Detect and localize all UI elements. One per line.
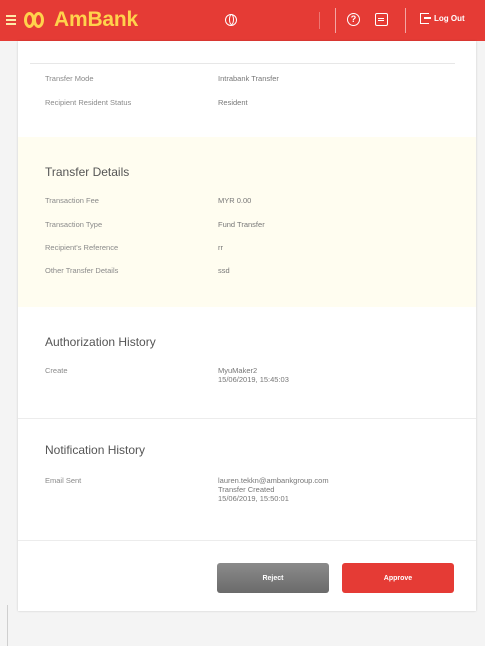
header-divider (335, 8, 336, 33)
other-transfer-details-value: ssd (218, 266, 230, 275)
transaction-type-label: Transaction Type (45, 220, 103, 229)
globe-icon[interactable] (225, 14, 237, 26)
app-header: AmBank ? Log Out (0, 0, 485, 41)
reject-button[interactable]: Reject (217, 563, 329, 593)
authorization-history-title: Authorization History (45, 335, 156, 349)
message-icon[interactable] (375, 13, 388, 26)
transfer-details-title: Transfer Details (45, 165, 130, 179)
notification-email: lauren.tekkn@ambankgroup.com (218, 476, 329, 485)
authorization-action-label: Create (45, 366, 68, 375)
logout-button[interactable]: Log Out (420, 13, 465, 24)
approve-button[interactable]: Approve (342, 563, 454, 593)
authorization-user: MyuMaker2 (218, 366, 258, 375)
recipient-reference-label: Recipient's Reference (45, 243, 119, 252)
transaction-fee-label: Transaction Fee (45, 196, 99, 205)
resident-status-label: Recipient Resident Status (45, 98, 132, 107)
transfer-mode-value: Intrabank Transfer (218, 74, 279, 83)
notification-timestamp: 15/06/2019, 15:50:01 (218, 494, 289, 503)
recipient-reference-value: rr (218, 243, 223, 252)
page-left-rule (7, 605, 8, 646)
other-transfer-details-label: Other Transfer Details (45, 266, 119, 275)
notification-type-label: Email Sent (45, 476, 82, 485)
authorization-timestamp: 15/06/2019, 15:45:03 (218, 375, 289, 384)
logout-icon (420, 13, 431, 24)
ambank-logo-mark (24, 12, 48, 28)
brand-name: AmBank (54, 8, 138, 31)
notification-history-title: Notification History (45, 443, 146, 457)
top-divider (30, 63, 455, 64)
resident-status-value: Resident (218, 98, 248, 107)
transfer-mode-label: Transfer Mode (45, 74, 94, 83)
notification-event: Transfer Created (218, 485, 275, 494)
transaction-type-value: Fund Transfer (218, 220, 265, 229)
help-icon[interactable]: ? (347, 13, 360, 26)
header-divider (319, 12, 320, 29)
logout-label: Log Out (434, 14, 465, 23)
header-divider (405, 8, 406, 33)
transfer-detail-card (18, 41, 476, 611)
section-divider (18, 418, 476, 419)
ambank-logo[interactable]: AmBank (24, 8, 138, 32)
section-divider (18, 540, 476, 541)
hamburger-menu-icon[interactable] (6, 13, 16, 25)
transaction-fee-value: MYR 0.00 (218, 196, 252, 205)
